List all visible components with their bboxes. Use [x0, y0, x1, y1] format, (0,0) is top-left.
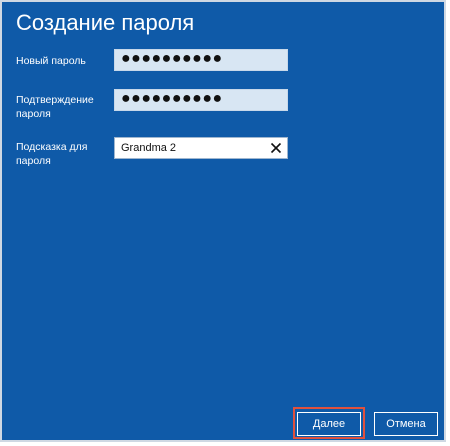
password-hint-value: Grandma 2: [121, 142, 177, 154]
password-hint-field[interactable]: Grandma 2: [114, 137, 288, 159]
password-hint-label: Подсказка для пароля: [16, 141, 88, 167]
new-password-field[interactable]: ●●●●●●●●●●: [114, 49, 288, 71]
new-password-value: ●●●●●●●●●●: [121, 50, 223, 67]
next-button[interactable]: Далее: [297, 412, 361, 436]
new-password-label: Новый пароль: [16, 55, 86, 67]
page-title: Создание пароля: [16, 10, 195, 35]
clear-icon[interactable]: [268, 140, 284, 156]
password-dialog: Создание пароля Новый пароль ●●●●●●●●●● …: [0, 0, 446, 442]
confirm-password-value: ●●●●●●●●●●: [121, 90, 223, 107]
confirm-password-label: Подтверждение пароля: [16, 94, 94, 120]
cancel-button[interactable]: Отмена: [374, 412, 438, 436]
confirm-password-field[interactable]: ●●●●●●●●●●: [114, 89, 288, 111]
